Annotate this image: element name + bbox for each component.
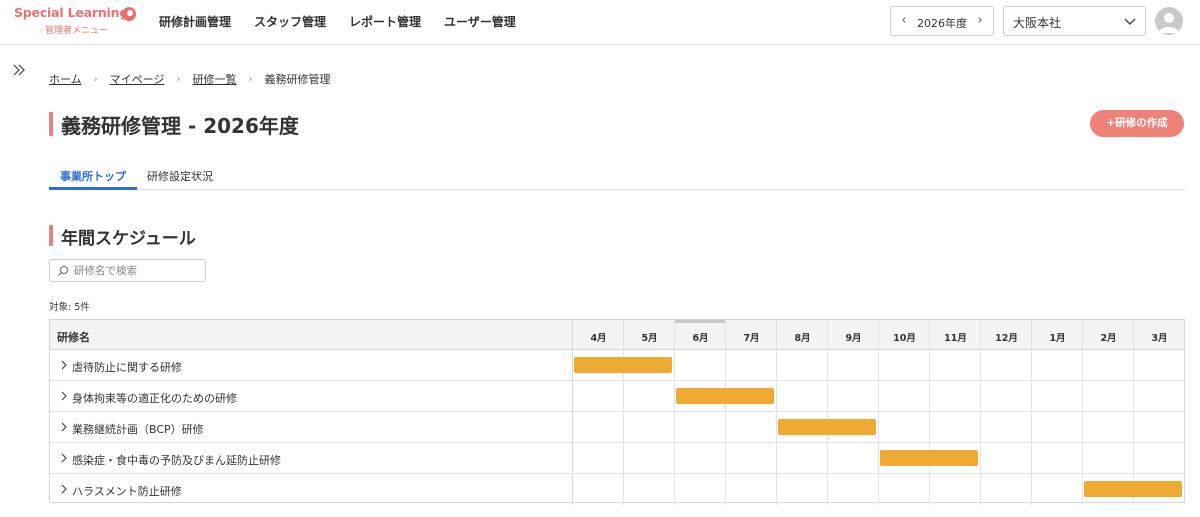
- chevron-right-icon[interactable]: [59, 452, 69, 464]
- month-header: 5月: [641, 333, 658, 344]
- training-name: ハラスメント防止研修: [72, 485, 182, 498]
- breadcrumb-mypage[interactable]: マイページ: [110, 71, 165, 87]
- breadcrumb-training-list[interactable]: 研修一覧: [192, 71, 236, 87]
- user-avatar[interactable]: [1155, 7, 1183, 35]
- sidebar-expand-icon[interactable]: [11, 62, 27, 78]
- chevron-right-icon[interactable]: [59, 390, 69, 402]
- breadcrumb: ホーム › マイページ › 研修一覧 › 義務研修管理: [49, 71, 330, 87]
- search-icon: [58, 265, 69, 276]
- office-select[interactable]: 大阪本社: [1003, 6, 1146, 36]
- month-header: 9月: [845, 333, 862, 344]
- current-month-marker: [675, 320, 725, 323]
- chevron-right-icon[interactable]: [59, 483, 69, 495]
- nav-report[interactable]: レポート管理: [349, 13, 421, 30]
- chevron-right-icon[interactable]: [59, 421, 69, 433]
- month-header: 1月: [1049, 333, 1066, 344]
- training-name: 身体拘束等の適正化のための研修: [72, 392, 237, 405]
- table-row[interactable]: 虐待防止に関する研修: [50, 350, 1184, 381]
- month-header: 11月: [944, 333, 967, 344]
- schedule-bar[interactable]: [574, 357, 672, 373]
- month-header: 8月: [794, 333, 811, 344]
- annual-schedule-table: 研修名 4月 5月 6月 7月 8月 9月 10月 11月 12月 1月 2月 3月 虐待防止に関する…: [49, 319, 1185, 505]
- month-header: 2月: [1100, 333, 1117, 344]
- section-title: 年間スケジュール: [61, 229, 196, 249]
- breadcrumb-current: 義務研修管理: [264, 73, 331, 86]
- chevron-down-icon: [1124, 18, 1136, 25]
- year-prev-icon[interactable]: ‹: [897, 13, 911, 29]
- logo-subtitle: 管理者メニュー: [45, 26, 109, 36]
- breadcrumb-separator-icon: ›: [93, 73, 98, 85]
- fiscal-year-selector: ‹ 2026年度 ›: [890, 6, 994, 36]
- breadcrumb-separator-icon: ›: [176, 73, 181, 85]
- top-header: Special Learning 管理者メニュー 研修計画管理 スタッフ管理 レ…: [0, 0, 1200, 45]
- table-header: 研修名 4月 5月 6月 7月 8月 9月 10月 11月 12月 1月 2月 3月: [50, 320, 1184, 350]
- logo-mark-icon: [122, 7, 136, 21]
- table-row[interactable]: 業務継続計画（BCP）研修: [50, 412, 1184, 443]
- active-tab-indicator: [49, 187, 137, 190]
- month-header: 6月: [692, 333, 709, 344]
- section-accent-bar: [49, 225, 53, 246]
- training-name: 感染症・食中毒の予防及びまん延防止研修: [72, 454, 281, 467]
- schedule-bar[interactable]: [676, 388, 774, 404]
- table-row[interactable]: 身体拘束等の適正化のための研修: [50, 381, 1184, 412]
- fiscal-year-label: 2026年度: [917, 17, 967, 30]
- table-row[interactable]: ハラスメント防止研修: [50, 474, 1184, 505]
- month-header: 12月: [995, 333, 1018, 344]
- training-search: [49, 259, 206, 282]
- table-row[interactable]: 感染症・食中毒の予防及びまん延防止研修: [50, 443, 1184, 474]
- year-next-icon[interactable]: ›: [973, 13, 987, 29]
- user-avatar-icon: [1159, 13, 1179, 33]
- tab-office-top[interactable]: 事業所トップ: [60, 168, 126, 184]
- logo-text: Special Learning: [14, 5, 129, 20]
- nav-staff[interactable]: スタッフ管理: [254, 13, 326, 30]
- month-header: 10月: [893, 333, 916, 344]
- nav-training-plan[interactable]: 研修計画管理: [159, 13, 231, 30]
- schedule-bar[interactable]: [880, 450, 978, 466]
- chevron-right-icon[interactable]: [59, 359, 69, 371]
- app-logo[interactable]: Special Learning 管理者メニュー: [14, 5, 138, 39]
- page-title: 義務研修管理 - 2026年度: [61, 114, 299, 138]
- schedule-bar[interactable]: [1084, 481, 1182, 497]
- breadcrumb-separator-icon: ›: [248, 73, 253, 85]
- column-header-name: 研修名: [57, 331, 90, 344]
- main-nav: 研修計画管理 スタッフ管理 レポート管理 ユーザー管理: [159, 13, 516, 30]
- tab-training-settings[interactable]: 研修設定状況: [147, 168, 213, 184]
- breadcrumb-home[interactable]: ホーム: [49, 71, 82, 87]
- result-count: 対象: 5件: [49, 302, 90, 313]
- month-header: 4月: [590, 333, 607, 344]
- office-select-value: 大阪本社: [1013, 16, 1062, 30]
- create-training-button[interactable]: +研修の作成: [1090, 110, 1184, 137]
- title-accent-bar: [49, 112, 53, 136]
- training-name: 業務継続計画（BCP）研修: [72, 423, 204, 436]
- month-header: 7月: [743, 333, 760, 344]
- nav-user[interactable]: ユーザー管理: [444, 13, 516, 30]
- schedule-bar[interactable]: [778, 419, 876, 435]
- training-name: 虐待防止に関する研修: [72, 361, 182, 374]
- tab-bar: 事業所トップ 研修設定状況: [49, 162, 1185, 190]
- search-input[interactable]: [74, 262, 202, 279]
- month-header: 3月: [1151, 333, 1168, 344]
